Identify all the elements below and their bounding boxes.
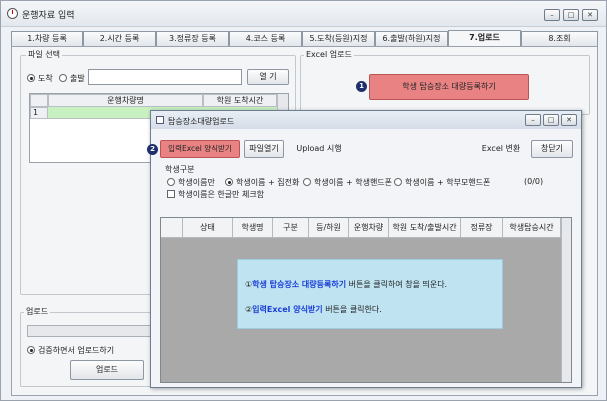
upload-label: 업로드 bbox=[24, 306, 51, 317]
open-button[interactable]: 열 기 bbox=[247, 69, 289, 85]
tab-depart[interactable]: 6.출발(하원)지정 bbox=[375, 31, 448, 46]
radio-name-parent-phone-label: 학생이름 + 학부모핸드폰 bbox=[405, 178, 491, 187]
dialog-title-bar: 탑승장소대량업로드 – □ ✕ bbox=[151, 111, 581, 129]
dialog-close-button[interactable]: ✕ bbox=[561, 114, 577, 126]
step-marker-2: 2 bbox=[147, 144, 158, 155]
dialog-title: 탑승장소대량업로드 bbox=[168, 117, 235, 126]
excel-form-button[interactable]: 입력Excel 양식받기 bbox=[160, 140, 240, 158]
step-marker-1: 1 bbox=[356, 81, 367, 92]
step-2-bold: 입력Excel 양식받기 bbox=[252, 305, 323, 314]
clock-icon bbox=[7, 8, 18, 19]
tab-vehicle[interactable]: 1.차량 등록 bbox=[11, 31, 83, 46]
grid-scrollbar[interactable] bbox=[561, 218, 571, 382]
radio-name-student-phone-label: 학생이름 + 학생핸드폰 bbox=[314, 178, 393, 187]
verify-upload-radio[interactable] bbox=[27, 346, 35, 354]
radio-name-student-phone[interactable] bbox=[303, 178, 311, 186]
record-count: (0/0) bbox=[524, 177, 544, 186]
radio-arrive[interactable] bbox=[27, 74, 35, 82]
upload-progress-bar bbox=[27, 325, 152, 337]
col-student-header[interactable]: 학생명 bbox=[233, 218, 273, 238]
bulk-upload-dialog: 탑승장소대량업로드 – □ ✕ 2 입력Excel 양식받기 파일열기 Uplo… bbox=[147, 110, 582, 388]
window-icon bbox=[156, 116, 164, 124]
col-status-header[interactable]: 상태 bbox=[183, 218, 233, 238]
student-type-label: 학생구분 bbox=[165, 165, 195, 174]
tab-course[interactable]: 4.코스 등록 bbox=[229, 31, 302, 46]
hangul-only-label: 학생이름은 한글만 체크함 bbox=[178, 190, 265, 199]
hangul-only-checkbox[interactable] bbox=[167, 190, 175, 198]
file-path-input[interactable] bbox=[88, 69, 242, 85]
grid-corner bbox=[30, 94, 48, 107]
col-type-header[interactable]: 구분 bbox=[273, 218, 309, 238]
instruction-step-2: ②입력Excel 양식받기 버튼을 클릭한다. bbox=[245, 304, 382, 315]
radio-name-parent-phone[interactable] bbox=[394, 178, 402, 186]
step-1-text: 버튼을 클릭하여 창을 띄운다. bbox=[346, 280, 448, 289]
col-vehicle-header[interactable]: 운행차량명 bbox=[48, 94, 203, 107]
tab-arrive[interactable]: 5.도착(등원)지정 bbox=[302, 31, 375, 46]
radio-name-only-label: 학생이름만 bbox=[178, 178, 215, 187]
tab-stop[interactable]: 3.정류장 등록 bbox=[156, 31, 229, 46]
tab-time[interactable]: 2.시간 등록 bbox=[83, 31, 156, 46]
instruction-step-1: ①학생 탑승장소 대량등록하기 버튼을 클릭하여 창을 띄운다. bbox=[245, 279, 447, 290]
dialog-maximize-button[interactable]: □ bbox=[543, 114, 559, 126]
radio-name-only[interactable] bbox=[167, 178, 175, 186]
verify-upload-label: 검증하면서 업로드하기 bbox=[38, 346, 115, 355]
radio-depart-label: 출발 bbox=[70, 74, 85, 83]
step-1-bold: 학생 탑승장소 대량등록하기 bbox=[252, 280, 347, 289]
tab-query[interactable]: 8.조회 bbox=[521, 31, 598, 46]
upload-run-button[interactable]: Upload 시행 bbox=[291, 140, 347, 158]
col-time-header[interactable]: 학원 도착시간 bbox=[203, 94, 277, 107]
row-number: 1 bbox=[30, 107, 48, 119]
step-2-text: 버튼을 클릭한다. bbox=[322, 305, 382, 314]
bulk-register-button[interactable]: 학생 탑승장소 대량등록하기 bbox=[369, 74, 529, 100]
close-button[interactable]: ✕ bbox=[582, 9, 598, 21]
radio-name-home-phone[interactable] bbox=[225, 178, 233, 186]
upload-button[interactable]: 업로드 bbox=[70, 360, 144, 380]
title-bar: 운행자료 입력 – □ ✕ bbox=[1, 1, 606, 27]
col-in-out-header[interactable]: 등/하원 bbox=[309, 218, 349, 238]
minimize-button[interactable]: – bbox=[544, 9, 560, 21]
instruction-note: ①학생 탑승장소 대량등록하기 버튼을 클릭하여 창을 띄운다. ②입력Exce… bbox=[237, 259, 503, 329]
radio-arrive-label: 도착 bbox=[38, 74, 53, 83]
col-vehicle-header[interactable]: 운행차량 bbox=[349, 218, 389, 238]
col-stop-header[interactable]: 정류장 bbox=[461, 218, 503, 238]
grid-corner bbox=[161, 218, 183, 238]
excel-convert-button[interactable]: Excel 변환 bbox=[477, 140, 525, 158]
maximize-button[interactable]: □ bbox=[563, 9, 579, 21]
tab-upload[interactable]: 7.업로드 bbox=[448, 30, 521, 46]
file-open-button[interactable]: 파일열기 bbox=[244, 140, 284, 158]
col-board-time-header[interactable]: 학생탑승시간 bbox=[503, 218, 561, 238]
window-title: 운행자료 입력 bbox=[22, 11, 75, 21]
radio-name-home-phone-label: 학생이름 + 집전화 bbox=[236, 178, 300, 187]
dialog-minimize-button[interactable]: – bbox=[525, 114, 541, 126]
dialog-close-window-button[interactable]: 창닫기 bbox=[531, 140, 573, 158]
file-select-label: 파일 선택 bbox=[26, 49, 62, 60]
col-time-header[interactable]: 학원 도착/출발시간 bbox=[389, 218, 461, 238]
excel-upload-label: Excel 업로드 bbox=[304, 49, 354, 60]
radio-depart[interactable] bbox=[59, 74, 67, 82]
